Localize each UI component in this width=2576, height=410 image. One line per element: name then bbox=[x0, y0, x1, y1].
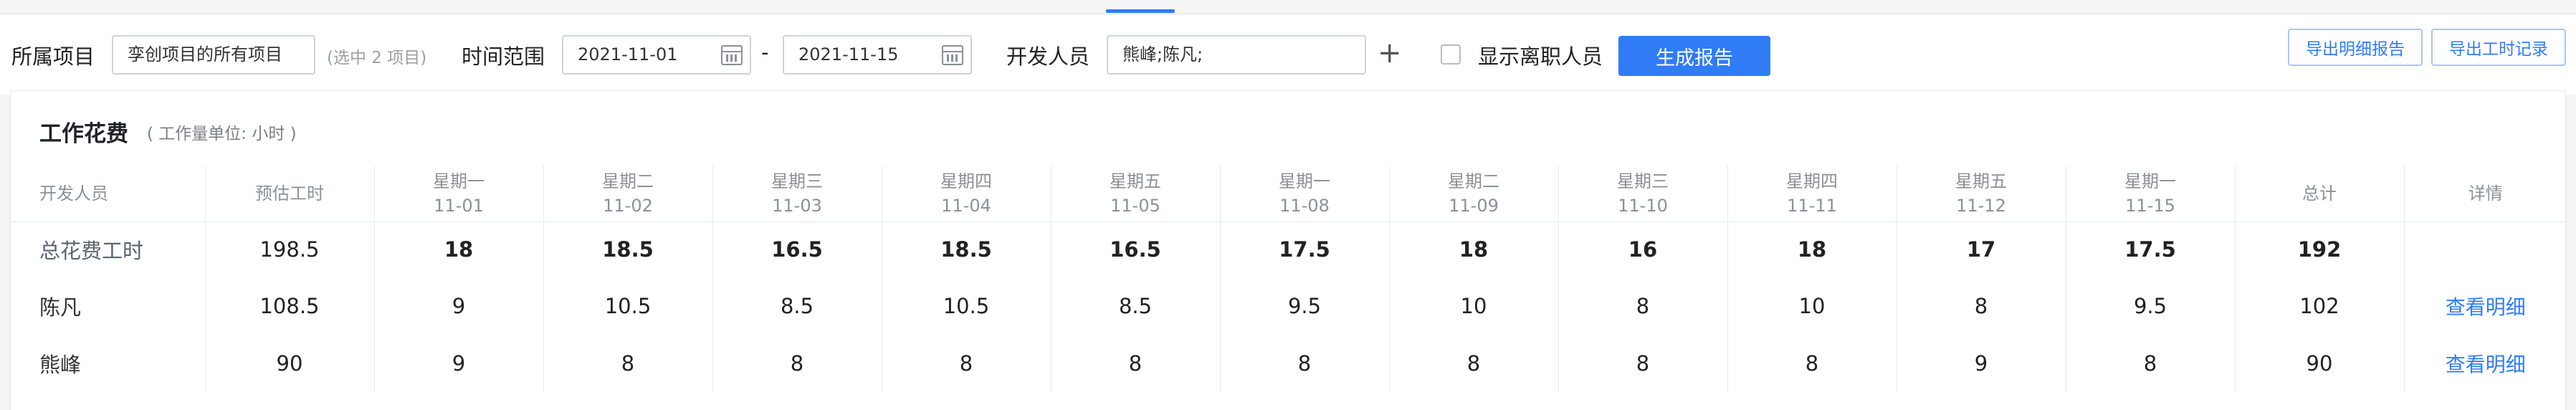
table-row: 陈凡 108.5 9 10.5 8.5 10.5 8.5 9.5 10 8 10… bbox=[11, 277, 2567, 335]
table-header-row: 开发人员 预估工时 星期一 11-01 星期二 11-02 星期三 11-03 星期四… bbox=[11, 166, 2567, 222]
project-label: 所属项目 bbox=[11, 44, 95, 69]
hours-cell: 8 bbox=[1558, 277, 1728, 335]
hours-cell: 16.5 bbox=[712, 221, 882, 277]
hours-cell: 8 bbox=[1220, 335, 1390, 392]
header-day: 星期三 11-10 bbox=[1558, 166, 1728, 222]
project-select[interactable]: 孪创项目的所有项目 bbox=[112, 35, 315, 75]
hours-cell: 8 bbox=[543, 335, 713, 392]
end-date-value: 2021-11-15 bbox=[798, 44, 899, 65]
top-tab-strip bbox=[0, 0, 2576, 14]
hours-cell: 10.5 bbox=[543, 277, 713, 335]
estimate-cell: 108.5 bbox=[205, 277, 375, 335]
hours-cell: 8.5 bbox=[712, 277, 882, 335]
hours-cell: 9.5 bbox=[1220, 277, 1390, 335]
detail-cell: 查看明细 bbox=[2404, 277, 2567, 335]
total-hours-row: 总花费工时 198.5 18 18.5 16.5 18.5 16.5 17.5 … bbox=[11, 221, 2567, 277]
hours-cell: 18.5 bbox=[882, 221, 1051, 277]
hours-cell: 9.5 bbox=[2066, 277, 2236, 335]
time-range-label: 时间范围 bbox=[462, 44, 545, 69]
hours-cell: 10 bbox=[1389, 277, 1559, 335]
hours-cell: 18 bbox=[1389, 221, 1559, 277]
unit-note: ( 工作量单位: 小时 ) bbox=[147, 125, 297, 143]
header-day: 星期五 11-12 bbox=[1897, 166, 2066, 222]
table-row: 熊峰 90 9 8 8 8 8 8 8 8 8 9 8 90 查看明细 bbox=[11, 335, 2567, 392]
calendar-icon bbox=[721, 45, 743, 65]
project-selected-hint: (选中 2 项目) bbox=[327, 49, 427, 67]
hours-cell: 8 bbox=[712, 335, 882, 392]
start-date-value: 2021-11-01 bbox=[578, 44, 678, 65]
hours-cell: 8 bbox=[1897, 277, 2066, 335]
date-range-separator: - bbox=[761, 40, 769, 65]
header-day: 星期一 11-08 bbox=[1220, 166, 1390, 222]
hours-cell: 10.5 bbox=[882, 277, 1051, 335]
hours-cell: 18 bbox=[374, 221, 544, 277]
hours-cell: 8.5 bbox=[1051, 277, 1221, 335]
hours-cell: 8 bbox=[1389, 335, 1559, 392]
header-day: 星期二 11-09 bbox=[1389, 166, 1559, 222]
detail-cell bbox=[2404, 221, 2567, 277]
developer-label: 开发人员 bbox=[1006, 44, 1090, 69]
estimate-cell: 90 bbox=[205, 335, 375, 392]
total-cell: 192 bbox=[2235, 221, 2405, 277]
hours-cell: 9 bbox=[374, 335, 544, 392]
hours-cell: 16 bbox=[1558, 221, 1728, 277]
total-cell: 90 bbox=[2235, 335, 2405, 392]
hours-cell: 18 bbox=[1727, 221, 1897, 277]
developer-input[interactable]: 熊峰;陈凡; bbox=[1107, 35, 1366, 75]
add-developer-icon[interactable]: + bbox=[1378, 39, 1402, 67]
header-day: 星期一 11-01 bbox=[374, 166, 544, 222]
row-name: 总花费工时 bbox=[11, 221, 206, 277]
work-hours-table: 开发人员 预估工时 星期一 11-01 星期二 11-02 星期三 11-03 星期四… bbox=[11, 166, 2567, 392]
row-name: 陈凡 bbox=[11, 277, 206, 335]
show-resigned-label: 显示离职人员 bbox=[1478, 44, 1603, 69]
hours-cell: 10 bbox=[1727, 277, 1897, 335]
calendar-icon bbox=[942, 45, 963, 65]
active-tab-indicator bbox=[1106, 9, 1175, 13]
header-estimate: 预估工时 bbox=[205, 166, 375, 222]
detail-cell: 查看明细 bbox=[2404, 335, 2567, 392]
header-total: 总计 bbox=[2235, 166, 2405, 222]
header-day: 星期一 11-15 bbox=[2066, 166, 2236, 222]
work-cost-panel: 工作花费 ( 工作量单位: 小时 ) 开发人员 预估工时 星期一 11-01 星期… bbox=[10, 90, 2567, 410]
hours-cell: 8 bbox=[1558, 335, 1728, 392]
export-hours-record-button[interactable]: 导出工时记录 bbox=[2431, 29, 2566, 66]
generate-report-button[interactable]: 生成报告 bbox=[1618, 36, 1770, 76]
view-details-link[interactable]: 查看明细 bbox=[2446, 295, 2526, 319]
estimate-cell: 198.5 bbox=[205, 221, 375, 277]
hours-cell: 8 bbox=[2066, 335, 2236, 392]
hours-cell: 8 bbox=[1051, 335, 1221, 392]
hours-cell: 17 bbox=[1897, 221, 2066, 277]
header-day: 星期三 11-03 bbox=[712, 166, 882, 222]
total-cell: 102 bbox=[2235, 277, 2405, 335]
row-name: 熊峰 bbox=[11, 335, 206, 392]
header-day: 星期二 11-02 bbox=[543, 166, 713, 222]
hours-cell: 8 bbox=[882, 335, 1051, 392]
hours-cell: 17.5 bbox=[2066, 221, 2236, 277]
end-date-input[interactable]: 2021-11-15 bbox=[783, 35, 972, 75]
header-day: 星期四 11-04 bbox=[882, 166, 1051, 222]
header-day: 星期四 11-11 bbox=[1727, 166, 1897, 222]
header-details: 详情 bbox=[2404, 166, 2567, 222]
hours-cell: 9 bbox=[374, 277, 544, 335]
hours-cell: 9 bbox=[1897, 335, 2066, 392]
header-day: 星期五 11-05 bbox=[1051, 166, 1221, 222]
show-resigned-checkbox[interactable] bbox=[1441, 44, 1461, 65]
view-details-link[interactable]: 查看明细 bbox=[2446, 353, 2526, 376]
hours-cell: 16.5 bbox=[1051, 221, 1221, 277]
header-developer: 开发人员 bbox=[11, 166, 206, 222]
hours-cell: 8 bbox=[1727, 335, 1897, 392]
export-detail-report-button[interactable]: 导出明细报告 bbox=[2288, 29, 2423, 66]
start-date-input[interactable]: 2021-11-01 bbox=[562, 35, 751, 75]
hours-cell: 18.5 bbox=[543, 221, 713, 277]
panel-title: 工作花费 bbox=[39, 121, 128, 147]
hours-cell: 17.5 bbox=[1220, 221, 1390, 277]
filter-bar: 所属项目 孪创项目的所有项目 (选中 2 项目) 时间范围 2021-11-01… bbox=[0, 14, 2576, 95]
